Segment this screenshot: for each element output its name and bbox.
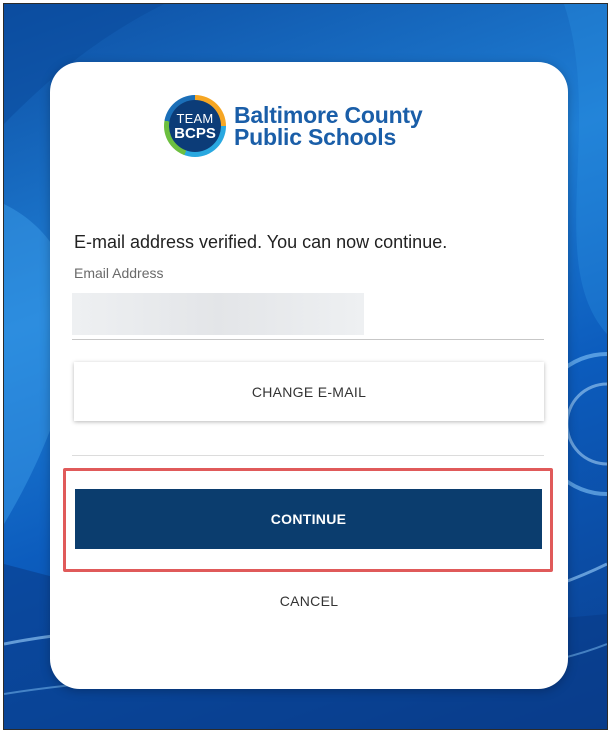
bcps-logo: TEAM BCPS Baltimore County Public School… [164,86,423,166]
badge-team-text: TEAM [176,110,214,126]
page-frame: TEAM BCPS Baltimore County Public School… [3,3,608,730]
email-label: Email Address [74,265,164,281]
change-email-button[interactable]: CHANGE E-MAIL [74,362,544,421]
verified-message: E-mail address verified. You can now con… [74,232,448,252]
logo-line-2: Public Schools [234,124,397,150]
continue-button[interactable]: CONTINUE [75,489,542,549]
logo-wordmark: Baltimore County Public Schools [234,102,423,150]
team-bcps-badge-icon: TEAM BCPS [164,95,226,157]
badge-inner: TEAM BCPS [169,100,221,152]
badge-bcps-text: BCPS [174,124,216,142]
email-field[interactable] [72,293,364,335]
login-card: TEAM BCPS Baltimore County Public School… [50,62,568,689]
cancel-link[interactable]: CANCEL [50,593,568,609]
divider [72,455,544,456]
email-field-underline [72,339,544,340]
logo-line-1: Baltimore County [234,102,423,128]
